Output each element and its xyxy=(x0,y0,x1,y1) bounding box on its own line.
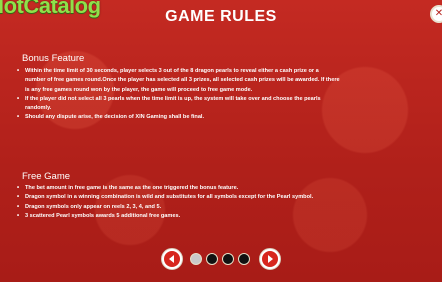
bullet-icon: • xyxy=(17,114,20,121)
previous-page-button-face xyxy=(164,251,180,267)
rule-item: • The bet amount in free game is the same… xyxy=(16,184,426,193)
bullet-icon: • xyxy=(17,68,20,74)
bonus-feature-heading: Bonus Feature xyxy=(22,53,85,64)
page-dot-1[interactable] xyxy=(190,253,202,265)
rule-item: randomly. xyxy=(25,105,52,112)
free-game-rules: • The bet amount in free game is the same… xyxy=(16,184,426,221)
bullet-icon: • xyxy=(17,185,20,191)
pagination xyxy=(158,248,284,270)
rule-item: • Should any dispute arise, the decision … xyxy=(16,113,426,122)
bullet-icon: • xyxy=(17,95,20,102)
rule-item: is any free games round won by the playe… xyxy=(25,86,253,93)
rule-item: number of free games round.Once the play… xyxy=(25,77,340,84)
arrow-left-icon xyxy=(169,255,174,263)
close-icon: ✕ xyxy=(434,8,442,19)
page-dot-4[interactable] xyxy=(238,253,250,265)
next-page-button-face xyxy=(262,251,278,267)
page-dot-3[interactable] xyxy=(222,253,234,265)
bonus-feature-rules: • Within the time limit of 30 seconds, pl… xyxy=(16,67,426,123)
page-title: GAME RULES xyxy=(165,8,277,25)
rule-item: • If the player did not select all 3 pear… xyxy=(16,95,426,104)
free-game-heading: Free Game xyxy=(22,171,71,182)
bullet-icon: • xyxy=(17,203,20,210)
rule-item: • Dragon symbol in a winning combination … xyxy=(16,193,426,202)
close-button[interactable]: ✕ xyxy=(430,5,442,23)
next-page-button[interactable] xyxy=(259,248,281,270)
rule-item: • Dragon symbols only appear on reels 2, … xyxy=(16,203,426,212)
rule-item: • Within the time limit of 30 seconds, pl… xyxy=(16,67,426,76)
arrow-right-icon xyxy=(268,255,273,263)
rule-item: • 3 scattered Pearl symbols awards 5 addi… xyxy=(16,212,426,221)
game-rules-screen: lotCatalog GAME RULES ✕ Bonus Feature • W… xyxy=(0,0,442,282)
bullet-icon: • xyxy=(17,194,20,201)
previous-page-button[interactable] xyxy=(161,248,183,270)
page-dot-2[interactable] xyxy=(206,253,218,265)
bullet-icon: • xyxy=(17,212,20,219)
